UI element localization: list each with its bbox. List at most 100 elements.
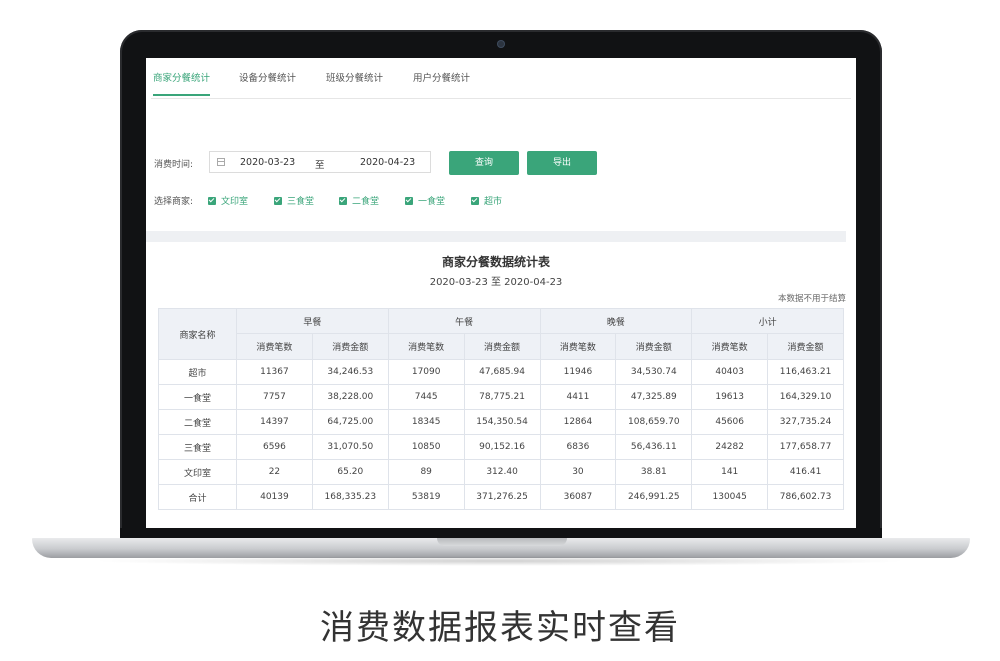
table-cell: 53819: [387, 484, 465, 510]
header-amount: 消费金额: [615, 333, 693, 360]
table-cell: 786,602.73: [767, 484, 844, 510]
header-amount: 消费金额: [463, 333, 541, 360]
table-cell: 7445: [387, 384, 465, 410]
merchant-label: 一食堂: [418, 197, 446, 207]
bezel-bottom: [120, 528, 882, 538]
merchant-checkbox-yishitang[interactable]: 一食堂: [405, 194, 445, 207]
table-row: 超市 11367 34,246.53 17090 47,685.94 11946…: [158, 359, 844, 385]
header-merchant-name: 商家名称: [158, 308, 237, 360]
table-cell: 45606: [691, 409, 769, 435]
header-count: 消费笔数: [691, 333, 769, 360]
table-cell: 一食堂: [158, 384, 237, 410]
table-cell: 78,775.21: [463, 384, 541, 410]
table-cell: 40403: [691, 359, 769, 385]
table-cell: 30: [539, 459, 617, 485]
table-cell: 三食堂: [158, 434, 237, 460]
header-amount: 消费金额: [767, 333, 844, 360]
table-cell: 12864: [539, 409, 617, 435]
checkbox-checked-icon: [471, 197, 479, 205]
table-cell: 合计: [158, 484, 237, 510]
laptop-base: [32, 538, 970, 558]
table-cell: 24282: [691, 434, 769, 460]
table-cell: 56,436.11: [615, 434, 693, 460]
report-note: 本数据不用于结算: [777, 294, 846, 304]
report-date-range: 2020-03-23 至 2020-04-23: [429, 277, 563, 288]
table-cell: 10850: [387, 434, 465, 460]
merchant-label: 二食堂: [352, 197, 380, 207]
merchant-label: 三食堂: [287, 197, 315, 207]
merchant-checkbox-ershitang[interactable]: 二食堂: [339, 194, 379, 207]
laptop-bezel: 商家分餐统计 设备分餐统计 班级分餐统计 用户分餐统计 消费时间: 2020-0…: [120, 30, 882, 538]
table-cell: 38,228.00: [311, 384, 389, 410]
table-cell: 36087: [539, 484, 617, 510]
merchant-checkbox-chaoshi[interactable]: 超市: [471, 194, 502, 207]
table-cell: 89: [387, 459, 465, 485]
table-cell: 177,658.77: [767, 434, 844, 460]
date-range-separator: 至: [315, 160, 325, 171]
table-cell: 19613: [691, 384, 769, 410]
table-row: 一食堂 7757 38,228.00 7445 78,775.21 4411 4…: [158, 384, 844, 410]
table-cell: 416.41: [767, 459, 844, 485]
header-count: 消费笔数: [387, 333, 465, 360]
tab-bar: 商家分餐统计 设备分餐统计 班级分餐统计 用户分餐统计: [151, 58, 851, 99]
table-cell: 11946: [539, 359, 617, 385]
header-group-breakfast: 早餐: [236, 308, 389, 334]
header-count: 消费笔数: [539, 333, 617, 360]
tab-class-stats[interactable]: 班级分餐统计: [326, 70, 383, 94]
laptop-screen: 商家分餐统计 设备分餐统计 班级分餐统计 用户分餐统计 消费时间: 2020-0…: [146, 58, 856, 528]
date-range-picker[interactable]: 2020-03-23 至 2020-04-23: [209, 151, 431, 173]
caption-text: 消费数据报表实时查看: [320, 608, 680, 648]
checkbox-checked-icon: [339, 197, 347, 205]
table-cell: 371,276.25: [463, 484, 541, 510]
tab-merchant-stats[interactable]: 商家分餐统计: [153, 70, 211, 96]
calendar-icon: [217, 158, 225, 166]
table-cell: 327,735.24: [767, 409, 844, 435]
table-cell: 164,329.10: [767, 384, 844, 410]
table-cell: 116,463.21: [767, 359, 844, 385]
table-cell: 文印室: [158, 459, 237, 485]
table-cell: 130045: [691, 484, 769, 510]
table-cell: 4411: [539, 384, 617, 410]
merchant-label: 文印室: [221, 197, 249, 207]
table-cell: 18345: [387, 409, 465, 435]
tab-user-stats[interactable]: 用户分餐统计: [413, 70, 470, 94]
checkbox-checked-icon: [274, 197, 282, 205]
table-cell: 34,530.74: [615, 359, 693, 385]
query-button[interactable]: 查询: [449, 151, 519, 175]
end-date[interactable]: 2020-04-23: [360, 157, 415, 168]
table-cell: 40139: [236, 484, 313, 510]
table-cell: 超市: [158, 359, 237, 385]
camera-icon: [497, 40, 505, 48]
table-row: 三食堂 6596 31,070.50 10850 90,152.16 6836 …: [158, 434, 844, 460]
header-group-dinner: 晚餐: [539, 308, 693, 334]
table-cell: 141: [691, 459, 769, 485]
header-amount: 消费金额: [311, 333, 389, 360]
header-group-lunch: 午餐: [387, 308, 541, 334]
table-cell: 34,246.53: [311, 359, 389, 385]
merchant-checkbox-wenyinshi[interactable]: 文印室: [208, 194, 248, 207]
table-cell: 64,725.00: [311, 409, 389, 435]
table-cell: 7757: [236, 384, 313, 410]
table-cell: 154,350.54: [463, 409, 541, 435]
checkbox-checked-icon: [208, 197, 216, 205]
table-cell: 11367: [236, 359, 313, 385]
table-cell: 47,685.94: [463, 359, 541, 385]
merchant-label: 超市: [484, 197, 503, 207]
table-cell: 47,325.89: [615, 384, 693, 410]
start-date[interactable]: 2020-03-23: [240, 157, 295, 168]
section-divider: [146, 231, 846, 242]
merchant-checkbox-sanshitang[interactable]: 三食堂: [274, 194, 314, 207]
laptop-opening-notch: [437, 538, 567, 546]
table-cell: 246,991.25: [615, 484, 693, 510]
table-cell: 22: [236, 459, 313, 485]
tab-device-stats[interactable]: 设备分餐统计: [239, 70, 296, 94]
table-cell: 6836: [539, 434, 617, 460]
header-count: 消费笔数: [236, 333, 313, 360]
checkbox-checked-icon: [405, 197, 413, 205]
table-row-total: 合计 40139 168,335.23 53819 371,276.25 360…: [158, 484, 844, 510]
export-button[interactable]: 导出: [527, 151, 597, 175]
stats-table: 商家名称 早餐 午餐 晚餐 小计 消费笔数 消费金额 消费笔数 消费金额 消费笔…: [158, 308, 844, 510]
table-cell: 31,070.50: [311, 434, 389, 460]
table-row: 二食堂 14397 64,725.00 18345 154,350.54 128…: [158, 409, 844, 435]
table-row: 文印室 22 65.20 89 312.40 30 38.81 141 416.…: [158, 459, 844, 485]
